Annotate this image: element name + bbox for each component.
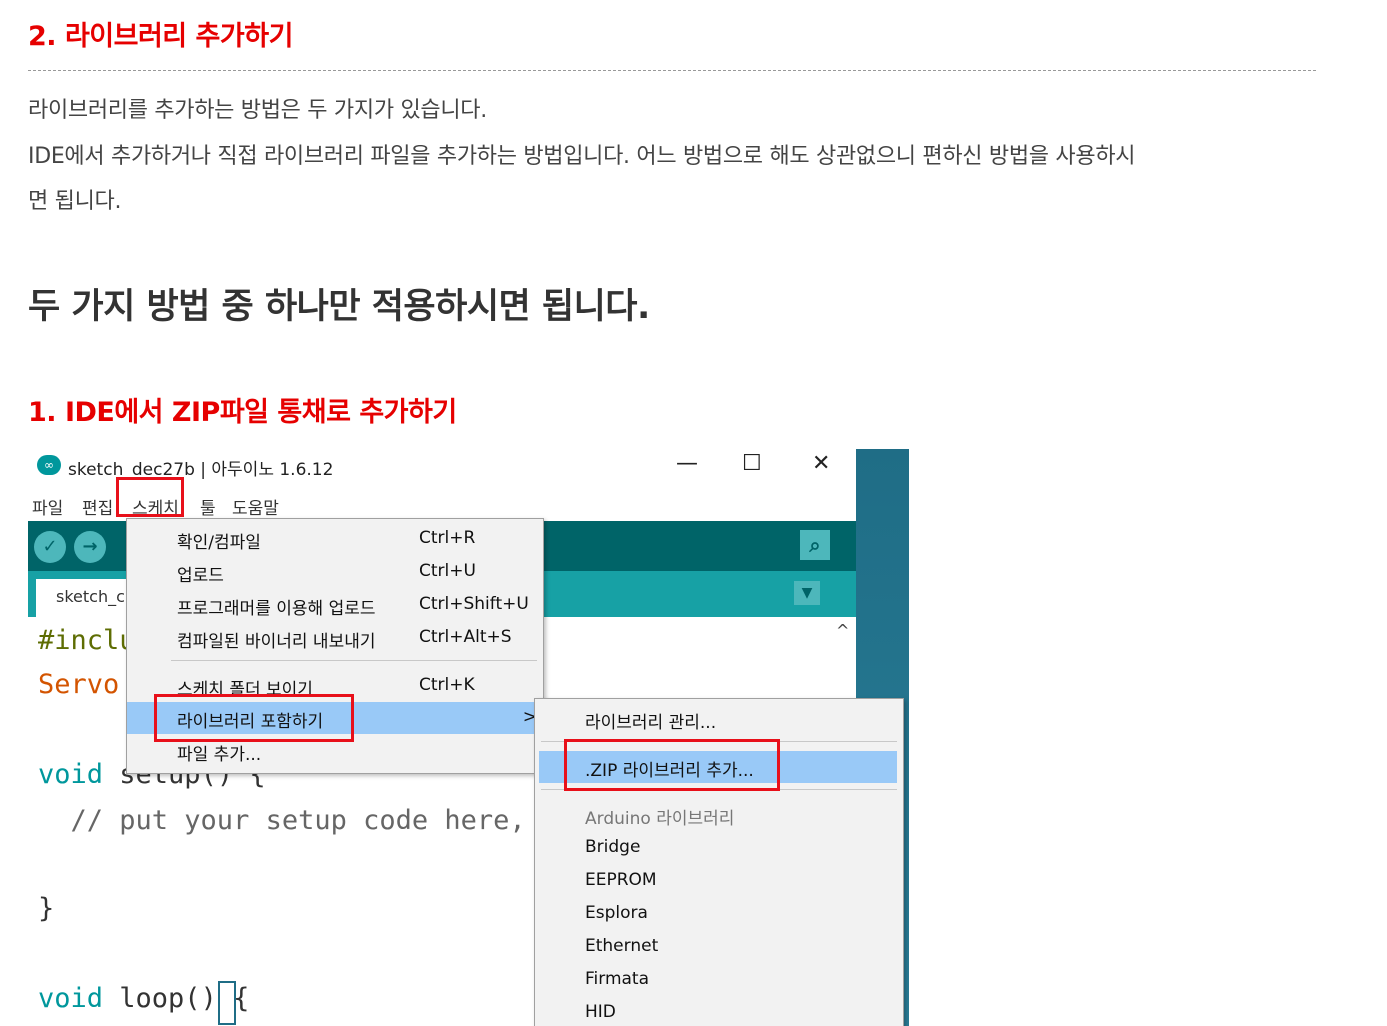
keyword-void: void [38,759,104,790]
menu-item-shortcut: Ctrl+K [419,675,475,695]
menu-item-label: HID [585,1002,616,1022]
intro-line-1: 라이브러리를 추가하는 방법은 두 가지가 있습니다. [28,98,487,123]
close-icon[interactable]: ✕ [812,451,830,476]
code-line-servo: Servo [38,669,120,700]
menu-item-export-binary[interactable]: 컴파일된 바이너리 내보내기 Ctrl+Alt+S [127,622,543,654]
add-zip-highlight-box [564,739,780,791]
menu-item-label: Arduino 라이브러리 [585,809,735,829]
tab-sketch[interactable]: sketch_c [36,579,132,617]
tab-dropdown-icon[interactable]: ▼ [794,581,820,605]
library-section-header: Arduino 라이브러리 [535,799,903,831]
code-line-brace: } [38,893,55,924]
menu-edit[interactable]: 편집 [82,494,113,519]
menu-item-verify[interactable]: 확인/컴파일 Ctrl+R [127,523,543,555]
menu-item-label: 프로그래머를 이용해 업로드 [177,599,376,619]
verify-icon[interactable]: ✓ [34,531,66,563]
menu-item-upload-programmer[interactable]: 프로그래머를 이용해 업로드 Ctrl+Shift+U [127,589,543,621]
menu-item-label: 컴파일된 바이너리 내보내기 [177,632,376,652]
section-1-heading: 1. IDE에서 ZIP파일 통채로 추가하기 [28,397,457,428]
menu-item-label: 확인/컴파일 [177,533,261,553]
menu-item-label: EEPROM [585,870,657,890]
menu-item-shortcut: Ctrl+Shift+U [419,594,529,614]
scrollbar[interactable]: ^ [828,617,856,697]
section-2-heading: 2. 라이브러리 추가하기 [28,21,293,52]
library-item-hid[interactable]: HID [535,997,903,1026]
menu-item-manage-libraries[interactable]: 라이브러리 관리... [535,703,903,735]
window-title: sketch_dec27b | 아두이노 1.6.12 [68,460,334,480]
menu-separator [171,660,537,661]
menu-item-label: Firmata [585,969,650,989]
keyword-void: void [38,983,104,1014]
menu-item-label: Bridge [585,837,641,857]
code-line-comment: // put your setup code here, to [38,805,575,836]
library-item-eeprom[interactable]: EEPROM [535,865,903,897]
menu-item-shortcut: Ctrl+U [419,561,476,581]
cursor-highlight [218,981,236,1025]
menu-item-label: 업로드 [177,566,224,586]
sketch-menu-highlight-box [116,477,184,517]
upload-icon[interactable]: → [74,531,106,563]
intro-line-2: IDE에서 추가하거나 직접 라이브러리 파일을 추가하는 방법입니다. 어느 … [28,144,1136,169]
menu-item-shortcut: Ctrl+R [419,528,476,548]
scroll-up-icon[interactable]: ^ [836,621,849,640]
serial-monitor-icon[interactable]: ⌕ [800,530,830,560]
emphasis-heading: 두 가지 방법 중 하나만 적용하시면 됩니다. [28,287,650,327]
include-library-highlight-box [154,694,354,742]
menu-item-label: Esplora [585,903,648,923]
tab-label: sketch_c [56,587,125,606]
menu-file[interactable]: 파일 [32,494,63,519]
divider [28,70,1316,71]
library-item-firmata[interactable]: Firmata [535,964,903,996]
menu-item-upload[interactable]: 업로드 Ctrl+U [127,556,543,588]
library-item-ethernet[interactable]: Ethernet [535,931,903,963]
menu-item-shortcut: Ctrl+Alt+S [419,627,512,647]
menu-item-label: 파일 추가... [177,745,262,765]
library-item-bridge[interactable]: Bridge [535,832,903,864]
arduino-logo-icon: ∞ [37,455,61,475]
code-line-include: #inclu [38,625,136,656]
minimize-icon[interactable]: — [676,451,698,476]
maximize-icon[interactable]: ☐ [742,451,762,476]
menu-item-label: Ethernet [585,936,659,956]
menu-help[interactable]: 도움말 [232,494,279,519]
menu-tools[interactable]: 툴 [200,494,216,519]
intro-line-3: 면 됩니다. [28,189,122,214]
library-item-esplora[interactable]: Esplora [535,898,903,930]
ide-screenshot: ∞ sketch_dec27b | 아두이노 1.6.12 — ☐ ✕ 파일 편… [28,449,909,1026]
menu-item-label: 라이브러리 관리... [585,713,717,733]
